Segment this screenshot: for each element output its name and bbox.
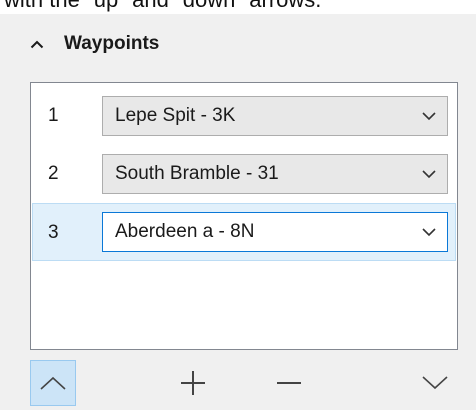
chevron-down-icon[interactable] <box>421 167 437 181</box>
chevron-down-icon[interactable] <box>421 225 437 239</box>
chevron-up-icon <box>39 375 67 391</box>
waypoint-row-2[interactable]: 2 South Bramble - 31 <box>32 145 456 203</box>
chevron-down-icon[interactable] <box>421 109 437 123</box>
waypoint-select-value: South Bramble - 31 <box>115 163 279 184</box>
waypoints-header[interactable]: Waypoints <box>28 24 159 64</box>
waypoint-number: 2 <box>48 163 59 184</box>
waypoint-row-1[interactable]: 1 Lepe Spit - 3K <box>32 87 456 145</box>
waypoint-select-value: Lepe Spit - 3K <box>115 105 236 126</box>
minus-icon <box>274 368 304 398</box>
waypoint-select-2[interactable]: South Bramble - 31 <box>102 154 448 194</box>
remove-waypoint-button[interactable] <box>266 360 312 406</box>
chevron-up-icon[interactable] <box>28 35 46 53</box>
caption-strip: with the "up" and "down" arrows. <box>0 0 476 14</box>
move-down-button[interactable] <box>412 360 458 406</box>
waypoints-title: Waypoints <box>64 33 160 54</box>
waypoints-panel: Waypoints 1 Lepe Spit - 3K 2 South Bramb <box>0 14 476 410</box>
page: with the "up" and "down" arrows. Waypoin… <box>0 0 476 410</box>
plus-icon <box>178 368 208 398</box>
waypoints-toolbar <box>28 360 464 406</box>
move-up-button[interactable] <box>30 360 76 406</box>
waypoint-number: 1 <box>48 105 59 126</box>
waypoint-number: 3 <box>48 222 59 243</box>
waypoint-select-1[interactable]: Lepe Spit - 3K <box>102 96 448 136</box>
add-waypoint-button[interactable] <box>170 360 216 406</box>
caption-text: with the "up" and "down" arrows. <box>4 0 321 13</box>
waypoint-select-value: Aberdeen a - 8N <box>115 221 255 242</box>
chevron-down-icon <box>421 375 449 391</box>
waypoint-row-3[interactable]: 3 Aberdeen a - 8N <box>32 203 456 261</box>
waypoints-list[interactable]: 1 Lepe Spit - 3K 2 South Bramble - 31 3 … <box>30 82 458 350</box>
waypoint-select-3[interactable]: Aberdeen a - 8N <box>102 212 448 252</box>
